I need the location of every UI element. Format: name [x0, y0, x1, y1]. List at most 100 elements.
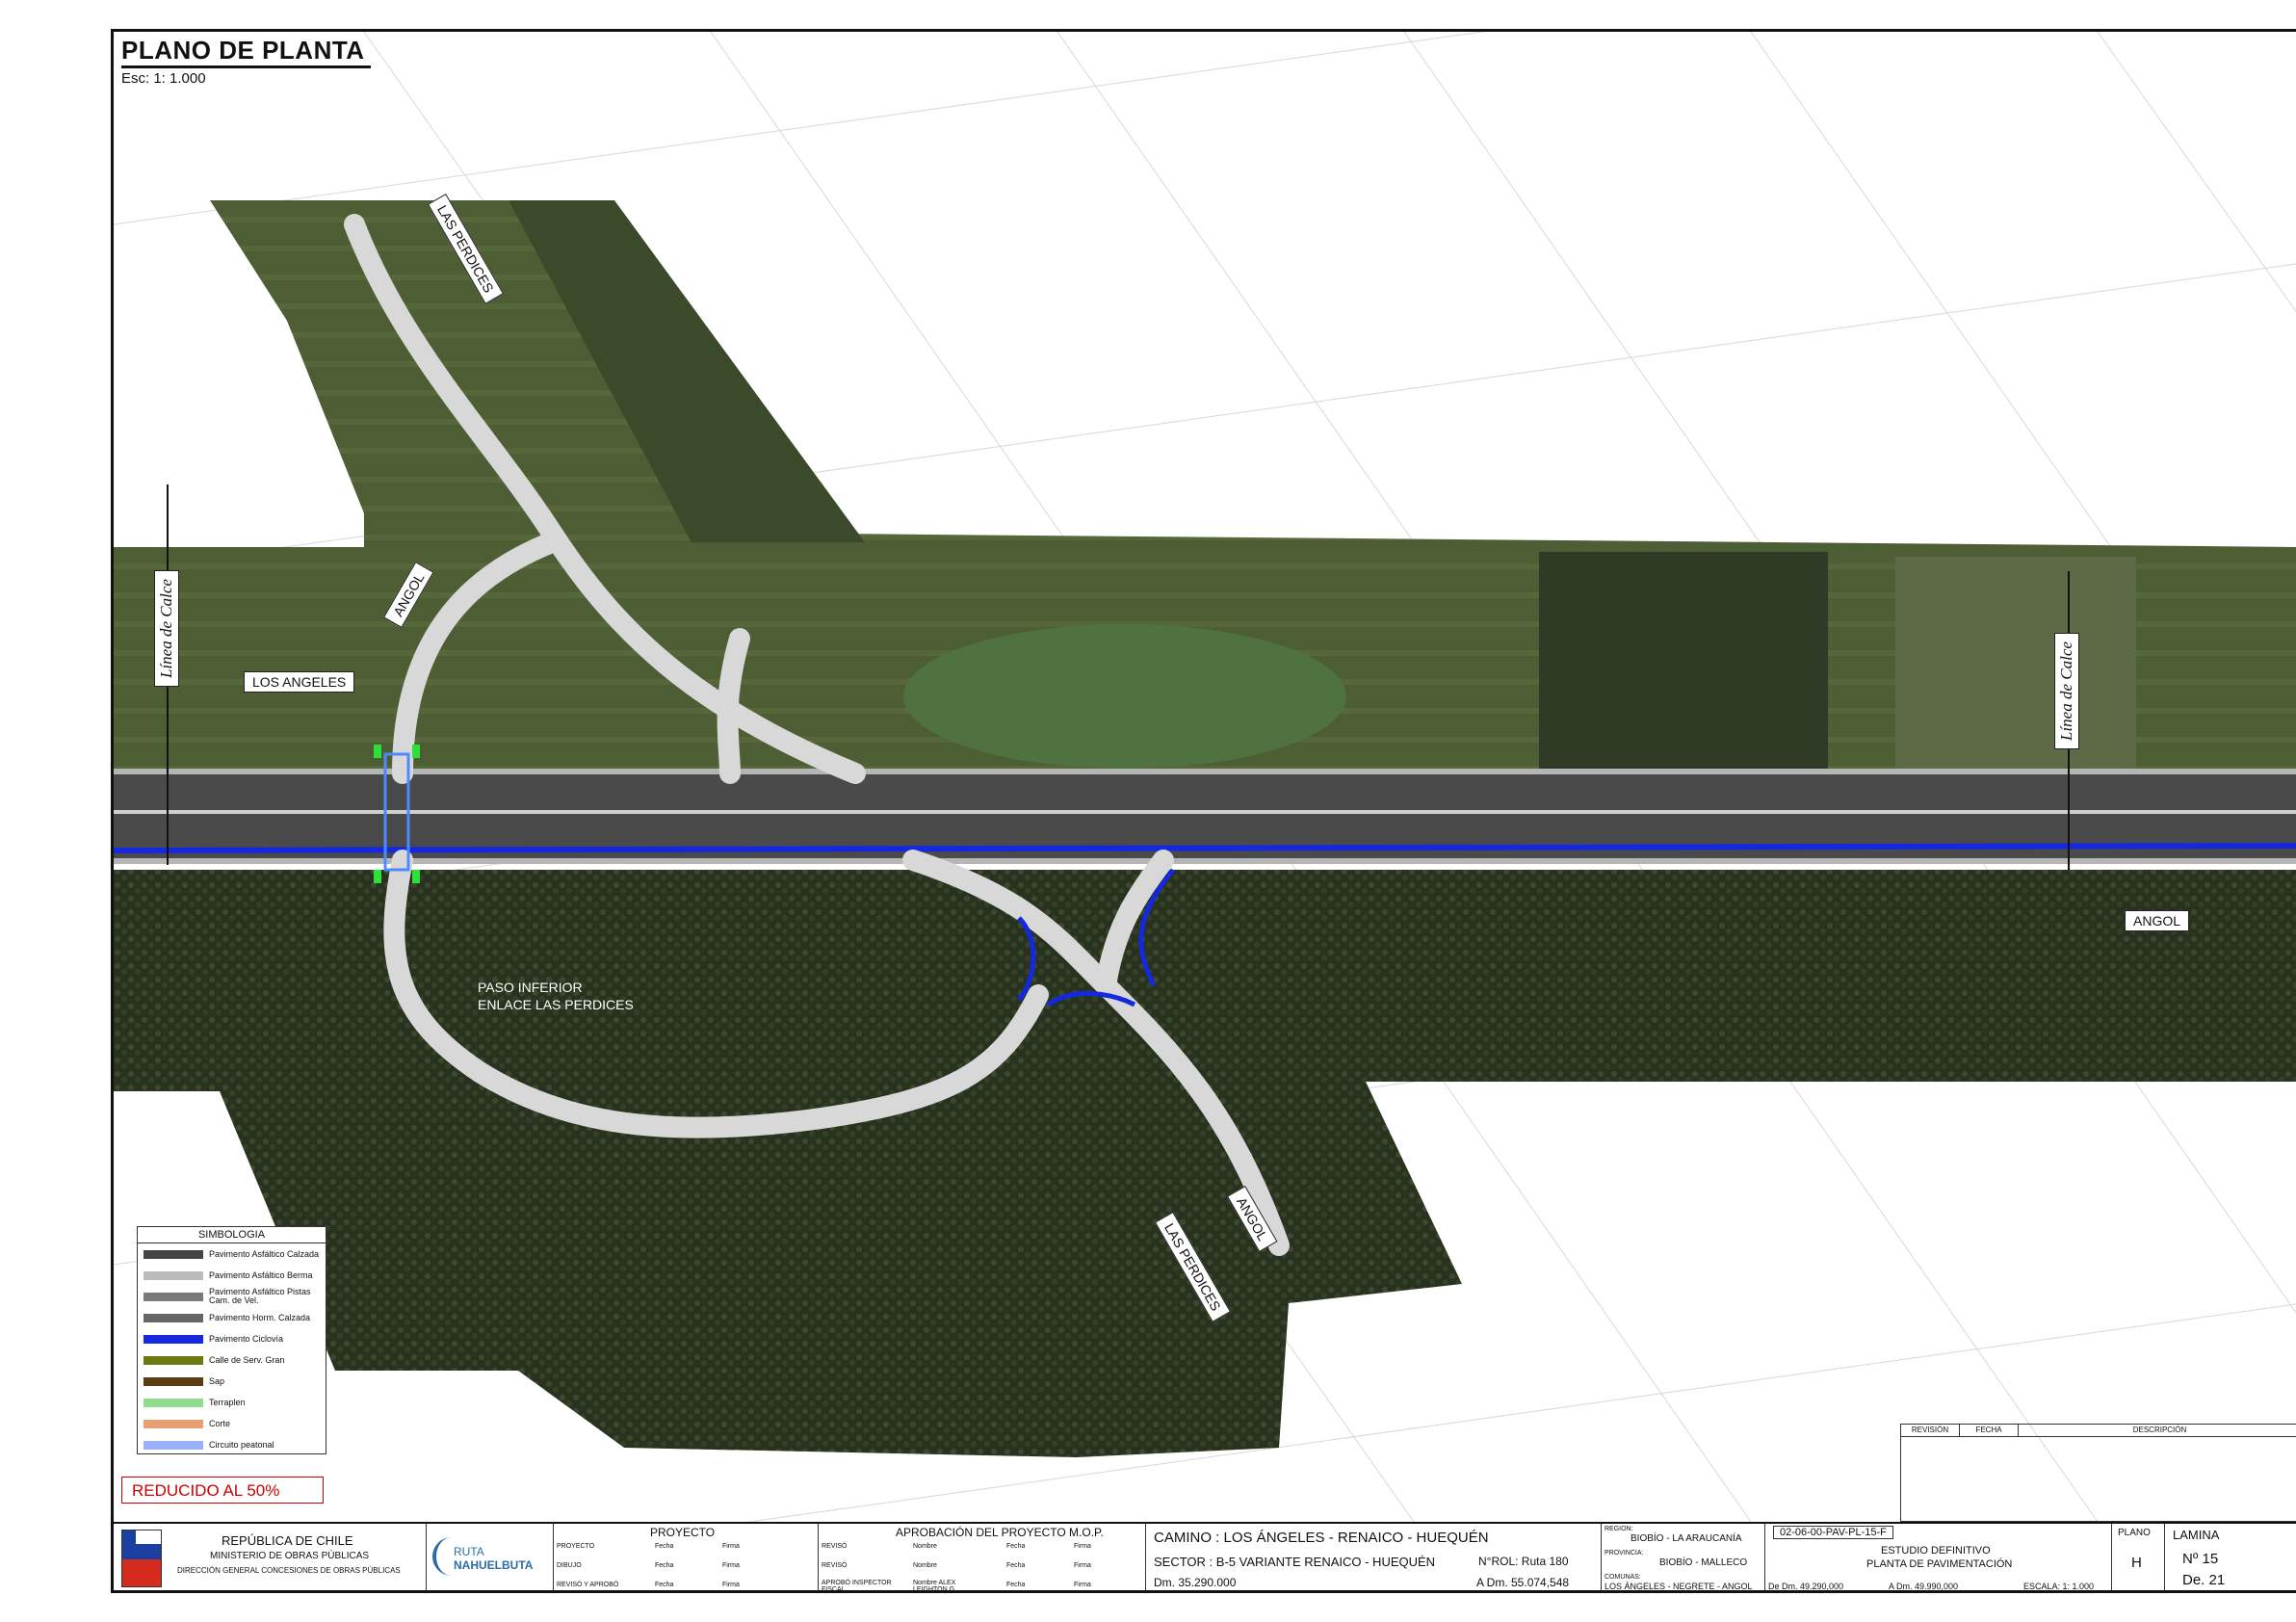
tb-fecha-3: Fecha [655, 1582, 674, 1588]
tb-apr-role-2: REVISÓ [822, 1562, 848, 1569]
rev-col-fecha: FECHA [1960, 1425, 2019, 1436]
tb-study: 02-06-00-PAV-PL-15-F ESTUDIO DEFINITIVO … [1765, 1524, 2112, 1591]
legend-item: Terraplen [138, 1392, 326, 1413]
legend-swatch [144, 1334, 203, 1344]
tb-ministry: REPÚBLICA DE CHILE MINISTERIO DE OBRAS P… [114, 1524, 427, 1590]
legend-label: Circuito peatonal [209, 1439, 274, 1450]
tb-escala: ESCALA: 1: 1.000 [2023, 1582, 2095, 1591]
tb-lamina-de: De. 21 [2182, 1572, 2226, 1588]
legend: SIMBOLOGIA Pavimento Asfáltico Calzada Pa… [137, 1226, 326, 1454]
drawing-frame: PLANO DE PLANTA Esc: 1: 1.000 LAS PERDIC… [111, 29, 2296, 1593]
tb-apr-role-3: APROBÓ INSPECTOR FISCAL [822, 1580, 892, 1593]
label-los-angeles: LOS ANGELES [244, 671, 355, 693]
tb-region: BIOBÍO - LA ARAUCANÍA [1631, 1533, 1742, 1544]
tb-afirma-2: Firma [1074, 1562, 1091, 1569]
tb-proyecto-head: PROYECTO [650, 1526, 716, 1539]
tb-provincia-lbl: PROVINCIA: [1605, 1550, 1644, 1557]
tb-lamina-no: Nº 15 [2182, 1551, 2219, 1567]
tb-logo-ruta: RUTA [454, 1545, 484, 1558]
legend-item: Sap [138, 1371, 326, 1392]
legend-item: Pavimento Asfáltico Pistas Cam. de Vel. [138, 1286, 326, 1307]
tb-nombre-2: Nombre [913, 1562, 937, 1569]
tb-comunas: LOS ÁNGELES - NEGRETE - ANGOL [1605, 1582, 1753, 1591]
legend-label: Calle de Serv. Gran [209, 1354, 285, 1365]
legend-label: Pavimento Horm. Calzada [209, 1312, 311, 1322]
legend-item: Corte [138, 1413, 326, 1434]
tb-ministerio: MINISTERIO DE OBRAS PÚBLICAS [210, 1551, 370, 1561]
tb-dm: Dm. 35.290.000 [1154, 1576, 1237, 1589]
tb-firma-1: Firma [722, 1543, 740, 1550]
tb-region-lbl: REGION: [1605, 1526, 1633, 1532]
legend-item: Pavimento Ciclovía [138, 1328, 326, 1349]
legend-label: Terraplen [209, 1397, 246, 1407]
legend-swatch [144, 1398, 203, 1407]
reduced-stamp: REDUCIDO AL 50% [121, 1477, 324, 1504]
tb-a-dm: A Dm. 49.990,000 [1889, 1582, 1959, 1591]
tb-role-2: DIBUJO [557, 1562, 582, 1569]
tb-aprobacion: APROBACIÓN DEL PROYECTO M.O.P. REVISÓ RE… [819, 1524, 1146, 1593]
tb-plano-value: H [2131, 1555, 2142, 1571]
tb-afecha-3: Fecha [1006, 1582, 1026, 1588]
tb-lamina-lbl: LAMINA [2173, 1528, 2220, 1542]
legend-swatch [144, 1440, 203, 1450]
tb-region: REGION: BIOBÍO - LA ARAUCANÍA PROVINCIA:… [1602, 1524, 1765, 1591]
legend-item: Pavimento Horm. Calzada [138, 1307, 326, 1328]
legend-item: Pavimento Asfáltico Berma [138, 1265, 326, 1286]
tb-codigo: 02-06-00-PAV-PL-15-F [1773, 1526, 1893, 1539]
tb-plano-lbl: PLANO [2118, 1528, 2151, 1538]
tb-aprobacion-head: APROBACIÓN DEL PROYECTO M.O.P. [896, 1526, 1104, 1539]
tb-lamina: LAMINA Nº 15 De. 21 [2165, 1524, 2296, 1590]
tb-camino-name: CAMINO : LOS ÁNGELES - RENAICO - HUEQUÉN [1154, 1530, 1489, 1546]
label-enlace: ENLACE LAS PERDICES [478, 997, 634, 1012]
tb-role-3: REVISÓ Y APROBÓ [557, 1582, 619, 1588]
drawing-scale: Esc: 1: 1.000 [121, 70, 206, 87]
legend-title: SIMBOLOGIA [138, 1227, 326, 1243]
tb-logo-nahuelbuta: NAHUELBUTA [454, 1558, 534, 1572]
legend-label: Corte [209, 1418, 231, 1428]
tb-fecha-2: Fecha [655, 1562, 674, 1569]
label-linea-calce-left: Línea de Calce [154, 570, 179, 687]
tb-estudio: ESTUDIO DEFINITIVO [1881, 1545, 1991, 1557]
legend-item: Circuito peatonal [138, 1434, 326, 1455]
mop-logo-icon [121, 1530, 162, 1587]
label-paso-inferior: PASO INFERIOR [478, 980, 583, 995]
label-angol-right: ANGOL [2125, 910, 2190, 931]
tb-concessionaire: RUTA NAHUELBUTA [427, 1524, 554, 1590]
tb-plano: PLANO H [2112, 1524, 2165, 1590]
tb-afecha-2: Fecha [1006, 1562, 1026, 1569]
tb-afecha-1: Fecha [1006, 1543, 1026, 1550]
tb-direccion: DIRECCIÓN GENERAL CONCESIONES DE OBRAS P… [177, 1566, 401, 1575]
tb-role-1: PROYECTO [557, 1543, 595, 1550]
tb-nombre-1: Nombre [913, 1543, 937, 1550]
tb-planta: PLANTA DE PAVIMENTACIÓN [1866, 1558, 2013, 1570]
legend-swatch [144, 1376, 203, 1386]
legend-item: Pavimento Asfáltico Calzada [138, 1243, 326, 1265]
tb-afirma-3: Firma [1074, 1582, 1091, 1588]
legend-label: Pavimento Asfáltico Berma [209, 1269, 313, 1280]
rev-col-descripcion: DESCRIPCIÓN [2132, 1426, 2187, 1434]
rev-col-revision: REVISIÓN [1901, 1425, 1960, 1436]
title-block: REPÚBLICA DE CHILE MINISTERIO DE OBRAS P… [114, 1522, 2296, 1593]
tb-de-dm: De Dm. 49.290,000 [1768, 1582, 1844, 1591]
tb-fecha-1: Fecha [655, 1543, 674, 1550]
tb-republica: REPÚBLICA DE CHILE [222, 1533, 353, 1548]
tb-sector: SECTOR : B-5 VARIANTE RENAICO - HUEQUÉN [1154, 1555, 1436, 1569]
legend-swatch [144, 1270, 203, 1280]
tb-comunas-lbl: COMUNAS: [1605, 1574, 1641, 1581]
legend-swatch [144, 1355, 203, 1365]
tb-afirma-1: Firma [1074, 1543, 1091, 1550]
tb-adm: A Dm. 55.074,548 [1476, 1576, 1570, 1589]
label-linea-calce-right: Línea de Calce [2054, 633, 2079, 749]
tb-camino: CAMINO : LOS ÁNGELES - RENAICO - HUEQUÉN… [1146, 1524, 1602, 1590]
legend-label: Pavimento Asfáltico Calzada [209, 1248, 320, 1259]
tb-proyecto: PROYECTO PROYECTO DIBUJO REVISÓ Y APROBÓ… [554, 1524, 819, 1590]
page-title: PLANO DE PLANTA [121, 36, 371, 68]
tb-firma-3: Firma [722, 1582, 740, 1588]
legend-label: Pavimento Asfáltico Pistas Cam. de Vel. [209, 1287, 311, 1305]
legend-swatch [144, 1419, 203, 1428]
legend-item: Calle de Serv. Gran [138, 1349, 326, 1371]
legend-label: Pavimento Ciclovía [209, 1333, 284, 1344]
tb-firma-2: Firma [722, 1562, 740, 1569]
legend-swatch [144, 1249, 203, 1259]
tb-rol: N°ROL: Ruta 180 [1478, 1555, 1569, 1568]
